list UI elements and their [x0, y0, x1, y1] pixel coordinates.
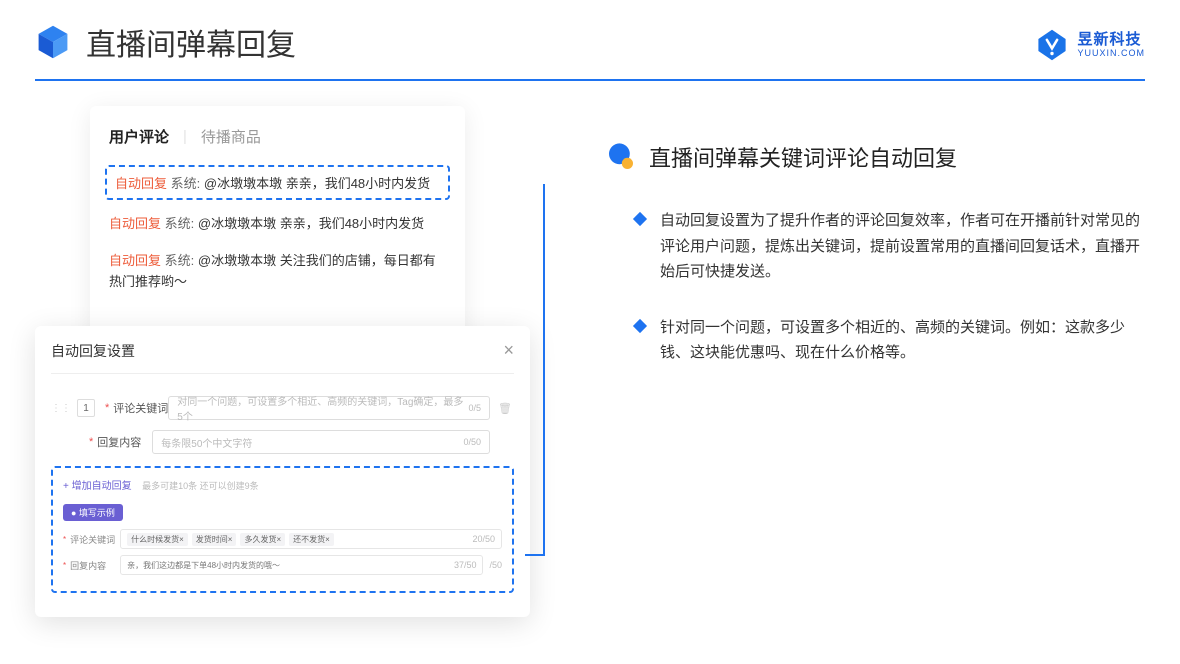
bubble-icon [605, 141, 637, 173]
keyword-label: 评论关键词 [113, 400, 168, 416]
comment-row: 自动回复 系统: @冰墩墩本墩 关注我们的店铺，每日都有热门推荐哟～ [105, 249, 450, 295]
bullet-text: 自动回复设置为了提升作者的评论回复效率，作者可在开播前针对常见的评论用户问题，提… [660, 208, 1145, 285]
highlighted-reply: 自动回复 系统: @冰墩墩本墩 亲亲，我们48小时内发货 [105, 165, 450, 200]
row-number: 1 [77, 399, 95, 417]
ex-keyword-label: 评论关键词 [70, 533, 120, 546]
comment-row: 自动回复 系统: @冰墩墩本墩 亲亲，我们48小时内发货 [105, 212, 450, 237]
bullet-text: 针对同一个问题，可设置多个相近的、高频的关键词。例如：这款多少钱、这块能优惠吗、… [660, 315, 1145, 366]
ex-tag: 什么时候发货× [127, 533, 188, 546]
ex-tag: 发货时间× [192, 533, 237, 546]
brand-logo: 昱新科技 YUUXIN.COM [1035, 28, 1145, 62]
ex-content-box: 亲，我们这边都是下单48小时内发货的哦～ 37/50 [120, 555, 483, 575]
comments-tabs: 用户评论 | 待播商品 [105, 126, 450, 147]
ex-content-label: 回复内容 [70, 559, 120, 572]
keyword-input[interactable]: 对同一个问题，可设置多个相近、高频的关键词，Tag确定，最多5个 0/5 [168, 396, 490, 420]
content-label: 回复内容 [97, 434, 152, 450]
brand-icon [1035, 28, 1069, 62]
example-tag: ● 填写示例 [63, 504, 123, 521]
drag-handle-icon[interactable]: ⋮⋮ [51, 403, 71, 414]
diamond-icon [633, 318, 647, 332]
connector-line [543, 184, 545, 554]
page-header: 直播间弹幕回复 昱新科技 YUUXIN.COM [0, 0, 1180, 64]
close-icon[interactable]: × [503, 340, 514, 361]
brand-sub: YUUXIN.COM [1077, 49, 1145, 58]
bullet-item: 针对同一个问题，可设置多个相近的、高频的关键词。例如：这款多少钱、这块能优惠吗、… [605, 315, 1145, 366]
add-auto-reply-link[interactable]: + 增加自动回复 [63, 481, 132, 492]
ex-keyword-box: 什么时候发货× 发货时间× 多久发货× 还不发货× 20/50 [120, 529, 502, 549]
tab-pending-products[interactable]: 待播商品 [201, 126, 261, 147]
example-box: + 增加自动回复 最多可建10条 还可以创建9条 ● 填写示例 * 评论关键词 … [51, 466, 514, 593]
section-heading: 直播间弹幕关键词评论自动回复 [605, 141, 1145, 173]
delete-icon[interactable]: 🗑 [498, 402, 514, 415]
outer-count: /50 [489, 560, 502, 570]
page-title: 直播间弹幕回复 [86, 20, 296, 64]
brand-name: 昱新科技 [1077, 32, 1145, 47]
add-hint: 最多可建10条 还可以创建9条 [142, 481, 259, 491]
diamond-icon [633, 212, 647, 226]
settings-title: 自动回复设置 [51, 341, 135, 361]
auto-reply-settings-card: 自动回复设置 × ⋮⋮ 1 * 评论关键词 对同一个问题，可设置多个相近、高频的… [35, 326, 530, 617]
tab-user-comments[interactable]: 用户评论 [109, 126, 169, 147]
cube-icon [35, 24, 71, 60]
content-input[interactable]: 每条限50个中文字符 0/50 [152, 430, 490, 454]
ex-tag: 还不发货× [289, 533, 334, 546]
ex-tag: 多久发货× [240, 533, 285, 546]
bullet-item: 自动回复设置为了提升作者的评论回复效率，作者可在开播前针对常见的评论用户问题，提… [605, 208, 1145, 285]
section-title: 直播间弹幕关键词评论自动回复 [649, 141, 957, 173]
